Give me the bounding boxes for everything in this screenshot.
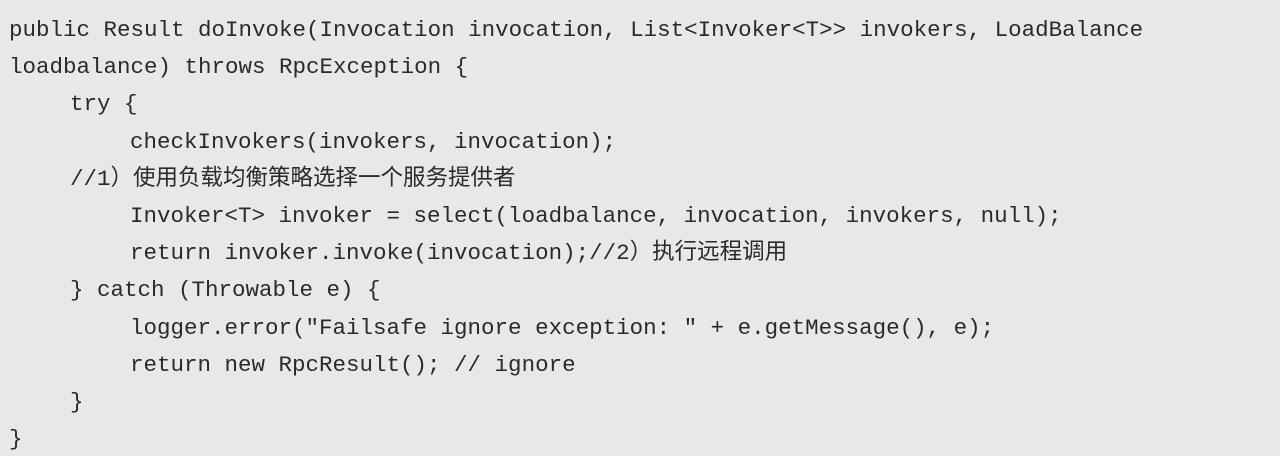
code-comment-line: //1）使用负载均衡策略选择一个服务提供者 bbox=[70, 165, 516, 192]
code-line-10: return new RpcResult(); // ignore bbox=[130, 351, 576, 378]
code-line-2: loadbalance) throws RpcException { bbox=[9, 54, 469, 81]
code-line-7: return invoker.invoke(invocation);//2）执行… bbox=[130, 240, 788, 267]
code-line-8: } catch (Throwable e) { bbox=[70, 277, 381, 304]
code-line-12: } bbox=[9, 426, 23, 453]
code-line-1: public Result doInvoke(Invocation invoca… bbox=[9, 17, 1144, 43]
code-line-4: checkInvokers(invokers, invocation); bbox=[130, 128, 617, 155]
code-line-6: Invoker<T> invoker = select(loadbalance,… bbox=[130, 202, 1062, 229]
code-line-3: try { bbox=[70, 91, 138, 118]
code-line-9: logger.error("Failsafe ignore exception:… bbox=[130, 314, 995, 341]
code-block: public Result doInvoke(Invocation invoca… bbox=[0, 0, 1280, 456]
code-line-11: } bbox=[70, 388, 84, 415]
